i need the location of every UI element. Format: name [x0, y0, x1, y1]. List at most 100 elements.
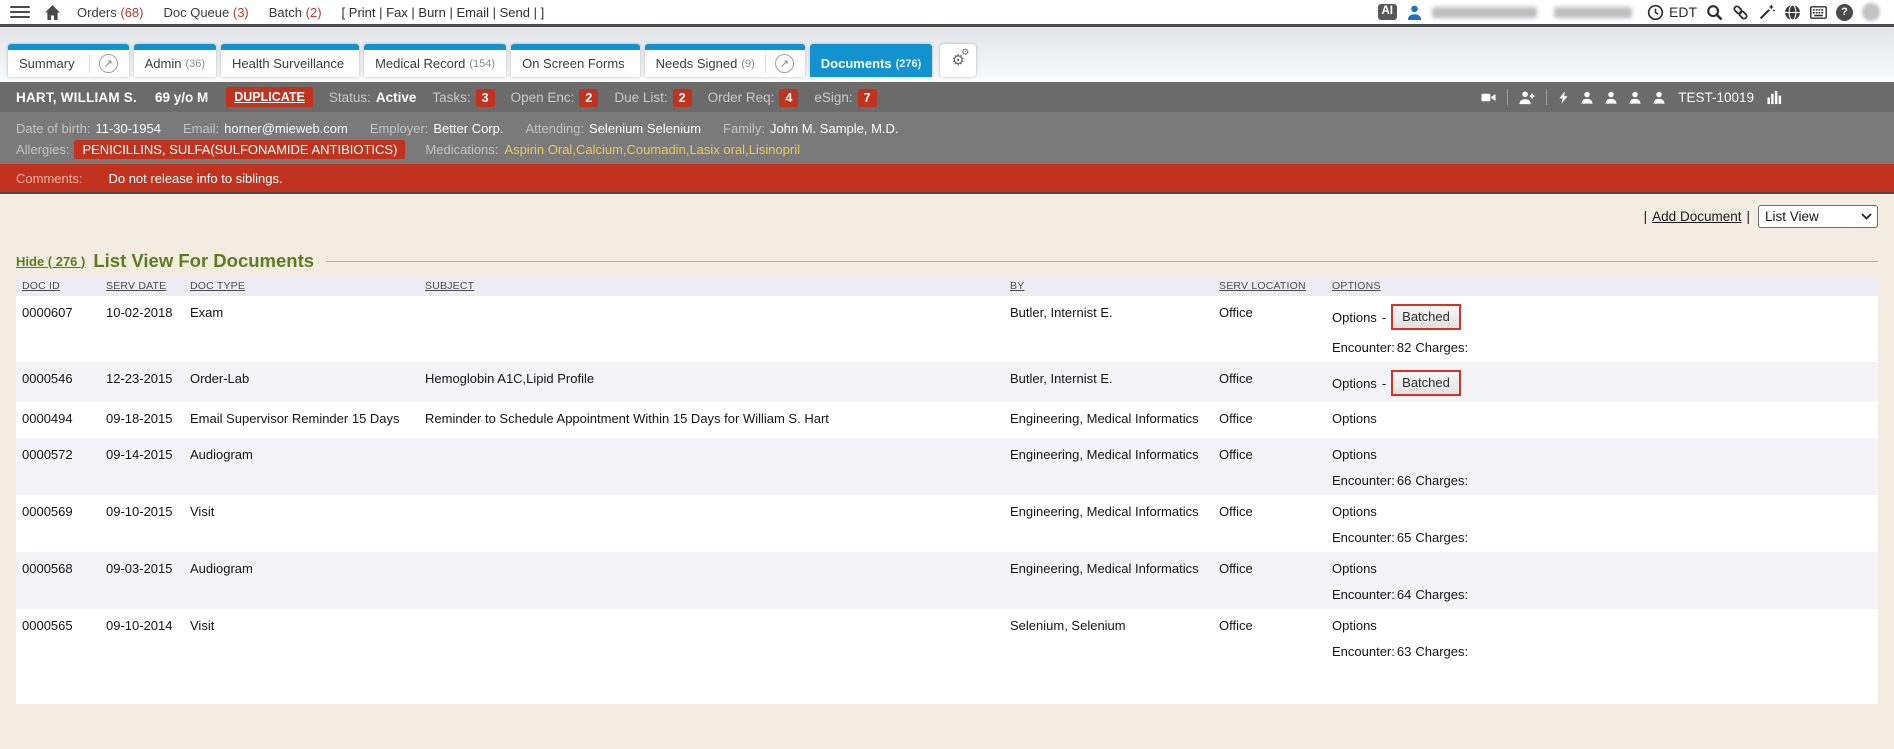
topbar-action[interactable]: Print [349, 5, 386, 20]
column-header-doc-id[interactable]: DOC ID [16, 275, 100, 296]
detail-value: John M. Sample, M.D. [770, 121, 899, 136]
subject-cell: Reminder to Schedule Appointment Within … [419, 402, 1004, 438]
home-icon[interactable] [44, 4, 61, 21]
tab-popout-area: ↗ [765, 54, 794, 73]
link-icon[interactable] [1732, 4, 1749, 21]
popout-icon[interactable]: ↗ [775, 54, 794, 73]
topbar-action[interactable]: Burn [418, 5, 456, 20]
person-icon[interactable] [1580, 90, 1594, 105]
person-icon[interactable] [1628, 90, 1642, 105]
topbar-menu-item[interactable]: Batch (2) [269, 5, 322, 20]
document-view-select[interactable]: List View [1758, 205, 1878, 228]
stat-value[interactable]: 3 [476, 89, 495, 107]
timezone-label: EDT [1669, 4, 1697, 20]
encounter-line: Encounter:66Charges: [1332, 472, 1872, 489]
by-cell: Engineering, Medical Informatics [1004, 438, 1213, 495]
lightning-icon[interactable] [1557, 90, 1570, 105]
divider [1546, 89, 1547, 105]
column-header-serv-date[interactable]: SERV DATE [100, 275, 184, 296]
document-row[interactable]: 0000572 09-14-2015 Audiogram Engineering… [16, 438, 1878, 495]
chart-tab[interactable]: Summary ↗ [8, 44, 129, 77]
person-icon[interactable] [1652, 90, 1666, 105]
topbar-action[interactable]: Email [456, 5, 499, 20]
chart-tab[interactable]: Health Surveillance [221, 44, 359, 77]
medication-link[interactable]: Calcium [576, 142, 627, 157]
add-person-icon[interactable] [1518, 90, 1536, 105]
medication-link[interactable]: Coumadin [627, 142, 690, 157]
wand-icon[interactable] [1758, 4, 1775, 21]
tab-settings-button[interactable]: ⚙ ⚙ [940, 44, 976, 77]
encounter-number[interactable]: 66 [1397, 473, 1411, 488]
document-row[interactable]: 0000494 09-18-2015 Email Supervisor Remi… [16, 402, 1878, 438]
serv-location-cell: Office [1213, 362, 1326, 402]
chart-tab[interactable]: Needs Signed (9) ↗ [645, 44, 805, 77]
duplicate-badge[interactable]: DUPLICATE [226, 87, 313, 107]
options-menu-link[interactable]: Options [1332, 446, 1377, 463]
medication-link[interactable]: Lisinopril [749, 142, 800, 157]
menu-item-count: (2) [306, 5, 322, 20]
video-camera-icon[interactable] [1480, 90, 1497, 105]
bar-chart-icon[interactable] [1766, 90, 1782, 105]
detail-label: Date of birth: [16, 121, 90, 136]
document-row[interactable]: 0000569 09-10-2015 Visit Engineering, Me… [16, 495, 1878, 552]
help-icon[interactable]: ? [1836, 4, 1853, 21]
search-icon[interactable] [1706, 4, 1723, 21]
stat-value[interactable]: 2 [673, 89, 692, 107]
ai-assistant-icon[interactable]: AI [1378, 4, 1398, 20]
batched-button[interactable]: Batched [1391, 304, 1461, 330]
pipe: | [1746, 209, 1750, 224]
keyboard-icon[interactable] [1810, 4, 1827, 21]
topbar-action[interactable]: Fax [386, 5, 418, 20]
document-row[interactable]: 0000546 12-23-2015 Order-Lab Hemoglobin … [16, 362, 1878, 402]
options-cell: Options Encounter:63Charges: [1326, 609, 1878, 666]
stat-value[interactable]: Active [376, 90, 417, 105]
chart-tab[interactable]: Medical Record (154) [364, 44, 506, 77]
add-document-link[interactable]: Add Document [1652, 209, 1741, 224]
clock-icon[interactable] [1647, 4, 1664, 21]
document-row[interactable]: 0000568 09-03-2015 Audiogram Engineering… [16, 552, 1878, 609]
column-header-serv-location[interactable]: SERV LOCATION [1213, 275, 1326, 296]
topbar-menu-item[interactable]: Orders (68) [77, 5, 143, 20]
hide-link[interactable]: Hide ( 276 ) [16, 254, 85, 269]
medication-link[interactable]: Aspirin Oral [504, 142, 576, 157]
document-row[interactable]: 0000607 10-02-2018 Exam Butler, Internis… [16, 296, 1878, 362]
options-menu-link[interactable]: Options [1332, 410, 1377, 427]
stat-value[interactable]: 7 [858, 89, 877, 107]
stat-value[interactable]: 4 [779, 89, 798, 107]
user-icon[interactable] [1406, 4, 1423, 21]
encounter-number[interactable]: 63 [1397, 644, 1411, 659]
column-header-by[interactable]: BY [1004, 275, 1213, 296]
column-header-options[interactable]: OPTIONS [1326, 275, 1878, 296]
document-row[interactable]: 0000565 09-10-2014 Visit Selenium, Selen… [16, 609, 1878, 666]
person-icon[interactable] [1604, 90, 1618, 105]
encounter-number[interactable]: 65 [1397, 530, 1411, 545]
encounter-number[interactable]: 64 [1397, 587, 1411, 602]
stat-value[interactable]: 2 [579, 89, 598, 107]
globe-icon[interactable] [1784, 4, 1801, 21]
options-menu-link[interactable]: Options [1332, 375, 1377, 392]
doc-id-cell: 0000569 [16, 495, 100, 552]
detail-value: horner@mieweb.com [224, 121, 348, 136]
doc-type-cell: Visit [184, 609, 419, 666]
batched-separator: - [1382, 375, 1386, 392]
allergy-badge[interactable]: PENICILLINS, SULFA(SULFONAMIDE ANTIBIOTI… [74, 140, 405, 159]
topbar-action[interactable]: Send [500, 5, 541, 20]
documents-table: DOC ID SERV DATE DOC TYPE SUBJECT BY SER… [16, 275, 1878, 704]
options-menu-link[interactable]: Options [1332, 560, 1377, 577]
hamburger-menu-icon[interactable] [10, 6, 30, 19]
chart-tab[interactable]: Documents (276) [810, 44, 932, 77]
options-menu-link[interactable]: Options [1332, 309, 1377, 326]
doc-type-cell: Visit [184, 495, 419, 552]
column-header-doc-type[interactable]: DOC TYPE [184, 275, 419, 296]
options-menu-link[interactable]: Options [1332, 617, 1377, 634]
batched-button[interactable]: Batched [1391, 370, 1461, 396]
topbar-menu-item[interactable]: Doc Queue (3) [163, 5, 248, 20]
popout-icon[interactable]: ↗ [99, 54, 118, 73]
options-menu-link[interactable]: Options [1332, 503, 1377, 520]
encounter-number[interactable]: 82 [1397, 340, 1411, 355]
detail-label: Attending: [525, 121, 584, 136]
medication-link[interactable]: Lasix oral [689, 142, 748, 157]
column-header-subject[interactable]: SUBJECT [419, 275, 1004, 296]
chart-tab[interactable]: On Screen Forms [511, 44, 640, 77]
chart-tab[interactable]: Admin (36) [134, 44, 216, 77]
